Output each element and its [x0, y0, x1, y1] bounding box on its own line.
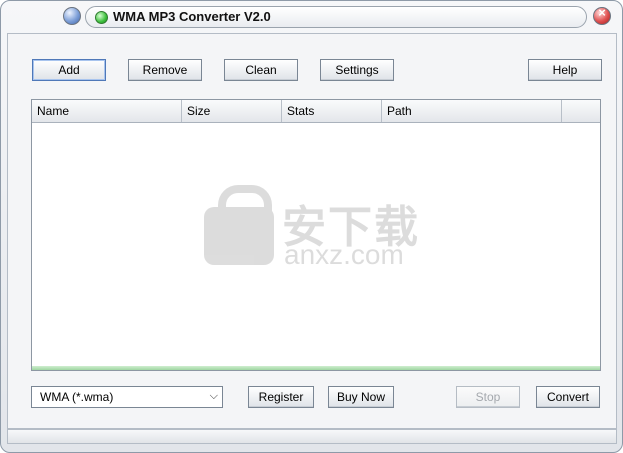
lock-icon [204, 185, 274, 265]
stop-button[interactable]: Stop [456, 386, 520, 408]
file-list[interactable]: Name Size Stats Path 安下载 anxz.com [31, 99, 601, 371]
list-bottom-bar [32, 366, 600, 370]
app-window: WMA MP3 Converter V2.0 Add Remove Clean … [0, 0, 623, 453]
file-list-header: Name Size Stats Path [32, 100, 600, 123]
column-header-path[interactable]: Path [382, 100, 562, 122]
format-select[interactable]: WMA (*.wma) ⌵ [31, 386, 223, 408]
clean-button[interactable]: Clean [224, 59, 298, 81]
title-bar[interactable]: WMA MP3 Converter V2.0 [1, 1, 622, 33]
format-select-value: WMA (*.wma) [40, 390, 114, 404]
chevron-down-icon[interactable]: ⌵ [210, 390, 218, 403]
buy-now-button[interactable]: Buy Now [328, 386, 394, 408]
title-pill: WMA MP3 Converter V2.0 [85, 6, 587, 28]
close-icon[interactable] [593, 5, 611, 25]
column-header-size[interactable]: Size [182, 100, 282, 122]
remove-button[interactable]: Remove [128, 59, 202, 81]
register-button[interactable]: Register [248, 386, 314, 408]
add-button[interactable]: Add [32, 59, 106, 81]
status-dot-icon [95, 11, 108, 24]
system-menu-icon[interactable] [63, 7, 81, 25]
watermark-en-text: anxz.com [284, 239, 404, 270]
settings-button[interactable]: Settings [320, 59, 394, 81]
column-header-name[interactable]: Name [32, 100, 182, 122]
watermark: 安下载 anxz.com [202, 185, 442, 275]
convert-button[interactable]: Convert [536, 386, 600, 408]
column-header-stats[interactable]: Stats [282, 100, 382, 122]
help-button[interactable]: Help [528, 59, 602, 81]
window-title: WMA MP3 Converter V2.0 [113, 9, 271, 24]
status-bar [7, 429, 617, 444]
